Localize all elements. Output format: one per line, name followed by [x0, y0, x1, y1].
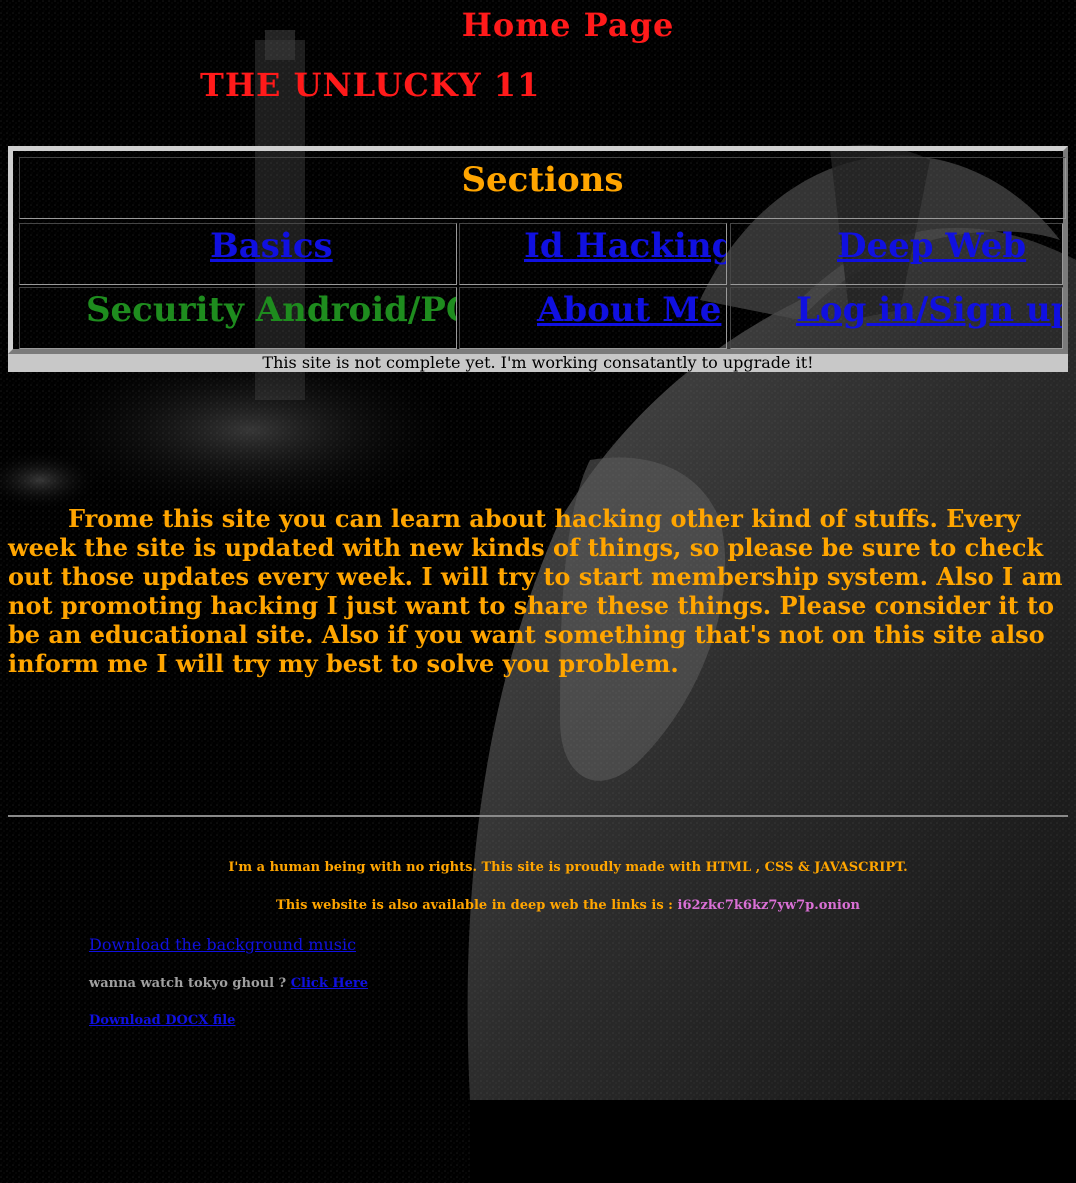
tokyo-ghoul-link[interactable]: Click Here: [291, 976, 368, 991]
nav-link-deep-web[interactable]: Deep Web: [837, 226, 1026, 266]
footer-credit: I'm a human being with no rights. This s…: [228, 860, 908, 875]
sections-cell-about-me: About Me: [459, 287, 727, 349]
sections-cell-id-hacking: Id Hacking: [459, 223, 727, 285]
site-name: THE UNLUCKY 11: [200, 66, 541, 104]
tokyo-prefix: wanna watch tokyo ghoul ?: [89, 976, 291, 991]
nav-link-id-hacking[interactable]: Id Hacking: [524, 226, 726, 266]
page-title: Home Page: [461, 6, 675, 44]
sections-table: Sections Basics Id Hacking Deep Web Secu…: [8, 146, 1068, 354]
nav-link-about-me[interactable]: About Me: [537, 290, 721, 330]
nav-link-login-signup[interactable]: Log in/Sign up: [796, 290, 1062, 330]
nav-link-basics[interactable]: Basics: [210, 226, 333, 266]
notice-bar: This site is not complete yet. I'm worki…: [8, 354, 1068, 372]
divider: [8, 815, 1068, 817]
sections-cell-basics: Basics: [19, 223, 457, 285]
deep-web-prefix: This website is also available in deep w…: [276, 898, 678, 913]
tokyo-ghoul-line: wanna watch tokyo ghoul ? Click Here: [89, 976, 368, 991]
onion-address: i62zkc7k6kz7yw7p.onion: [677, 898, 860, 913]
sections-cell-security: Security Android/PC: [19, 287, 457, 349]
footer-deep-web-line: This website is also available in deep w…: [0, 898, 1076, 913]
security-android-pc-label: Security Android/PC: [86, 290, 457, 330]
intro-text: Frome this site you can learn about hack…: [8, 504, 1063, 678]
sections-heading: Sections: [19, 157, 1066, 219]
download-music-link[interactable]: Download the background music: [89, 935, 356, 954]
intro-paragraph: Frome this site you can learn about hack…: [8, 504, 1068, 678]
sections-cell-deep-web: Deep Web: [730, 223, 1063, 285]
sections-cell-login: Log in/Sign up: [730, 287, 1063, 349]
download-docx-link[interactable]: Download DOCX file: [89, 1013, 235, 1028]
